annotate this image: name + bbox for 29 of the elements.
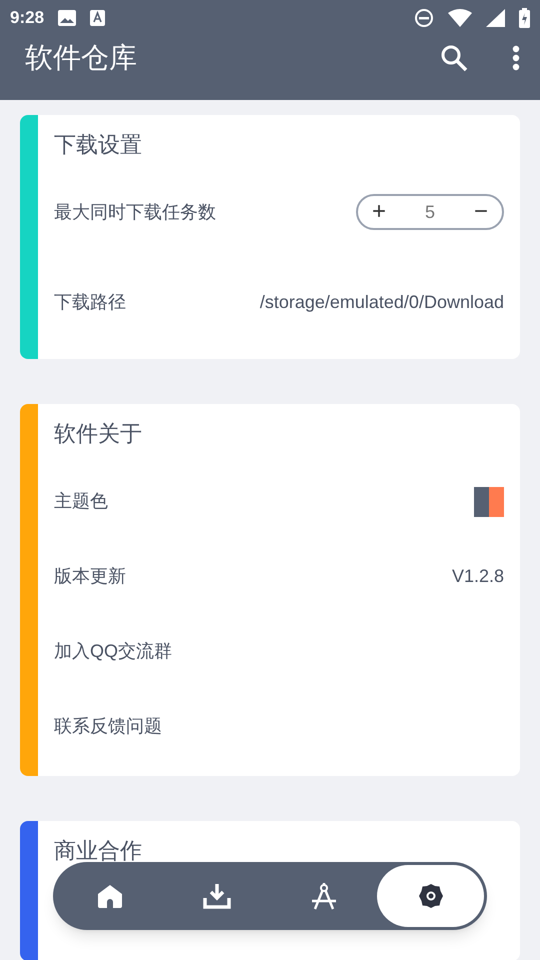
- signal-icon: [486, 9, 505, 27]
- setting-label[interactable]: 最大同时下载任务数: [54, 198, 216, 226]
- stepper-value: 5: [424, 200, 435, 224]
- card-title: 商业合作: [54, 837, 143, 865]
- setting-value: /storage/emulated/0/Download: [260, 290, 504, 314]
- do-not-disturb-icon: [414, 8, 434, 28]
- status-time: 9:28: [10, 7, 44, 30]
- setting-label[interactable]: 版本更新: [54, 563, 126, 590]
- app-title: 软件仓库: [25, 41, 138, 75]
- card-title: 软件关于: [54, 420, 143, 448]
- settings-icon: [418, 883, 444, 909]
- search-icon[interactable]: [440, 44, 468, 72]
- home-icon: [96, 884, 122, 908]
- setting-label[interactable]: 加入QQ交流群: [54, 638, 172, 665]
- setting-value: V1.2.8: [452, 565, 504, 588]
- nav-tab[interactable]: [377, 865, 484, 927]
- decrement-button[interactable]: −: [474, 200, 488, 224]
- increment-button[interactable]: +: [372, 200, 386, 224]
- battery-icon: [519, 8, 530, 28]
- download-icon: [202, 883, 230, 909]
- image-icon: [58, 10, 76, 26]
- wifi-icon: [448, 9, 472, 27]
- compass-tool-icon: [310, 882, 336, 910]
- card-title: 下载设置: [54, 131, 143, 159]
- setting-label[interactable]: 联系反馈问题: [54, 713, 162, 740]
- font-icon: [90, 10, 106, 26]
- more-icon[interactable]: [512, 45, 520, 71]
- setting-label[interactable]: 下载路径: [54, 288, 126, 316]
- setting-label[interactable]: 主题色: [54, 488, 108, 515]
